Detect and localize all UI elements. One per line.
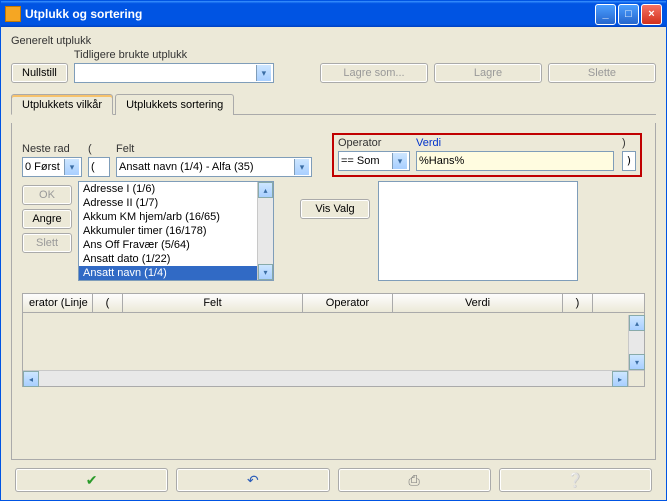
tabstrip: Utplukkets vilkår Utplukkets sortering: [11, 93, 656, 115]
operator-combo[interactable]: == Som ▾: [338, 151, 410, 171]
scroll-left-icon[interactable]: ◂: [23, 371, 39, 387]
neste-rad-combo[interactable]: 0 Først ▾: [22, 157, 82, 177]
save-as-button[interactable]: Lagre som...: [320, 63, 428, 83]
titlebar: Utplukk og sortering _ □ ×: [1, 1, 666, 27]
close-paren-label: ): [622, 137, 636, 149]
list-item[interactable]: Akkumuler timer (16/178): [79, 224, 273, 238]
scroll-right-icon[interactable]: ▸: [612, 371, 628, 387]
printer-icon: ⎙: [409, 472, 420, 489]
highlighted-region: Operator == Som ▾ Verdi ) ): [332, 133, 642, 177]
check-icon: ✔: [86, 472, 98, 489]
tab-body: Neste rad 0 Først ▾ ( ( Felt Ansatt navn: [11, 123, 656, 460]
chevron-down-icon: ▾: [392, 153, 407, 169]
felt-listbox[interactable]: Adresse I (1/6) Adresse II (1/7) Akkum K…: [78, 181, 274, 281]
th-operator-line[interactable]: erator (Linje: [23, 294, 93, 312]
general-group-label: Generelt utplukk: [11, 35, 656, 47]
undo-icon: ↶: [247, 472, 259, 489]
open-paren-value: (: [91, 161, 95, 173]
list-item[interactable]: Ansatt navn (1/4): [79, 266, 273, 280]
close-icon: ×: [648, 8, 654, 20]
prev-selections-label: Tidligere brukte utplukk: [74, 49, 274, 61]
scroll-up-icon[interactable]: ▴: [258, 182, 273, 198]
operator-label: Operator: [338, 137, 410, 149]
th-operator[interactable]: Operator: [303, 294, 393, 312]
reset-button[interactable]: Nullstill: [11, 63, 68, 83]
tab-sorting[interactable]: Utplukkets sortering: [115, 94, 234, 115]
felt-combo[interactable]: Ansatt navn (1/4) - Alfa (35) ▾: [116, 157, 312, 177]
list-item[interactable]: Akkum KM hjem/arb (16/65): [79, 210, 273, 224]
confirm-button[interactable]: ✔: [15, 468, 168, 492]
app-icon: [5, 6, 21, 22]
conditions-table: erator (Linje ( Felt Operator Verdi ) ▴ …: [22, 293, 645, 387]
verdi-input[interactable]: [416, 151, 614, 171]
close-button[interactable]: ×: [641, 4, 662, 25]
chevron-down-icon: ▾: [294, 159, 309, 175]
felt-value: Ansatt navn (1/4) - Alfa (35): [119, 161, 254, 173]
minimize-button[interactable]: _: [595, 4, 616, 25]
list-item[interactable]: Adresse II (1/7): [79, 196, 273, 210]
verdi-label: Verdi: [416, 137, 616, 149]
chevron-down-icon: ▾: [256, 65, 271, 81]
scroll-down-icon[interactable]: ▾: [629, 354, 645, 370]
print-button[interactable]: ⎙: [338, 468, 491, 492]
save-button[interactable]: Lagre: [434, 63, 542, 83]
revert-button[interactable]: ↶: [176, 468, 329, 492]
maximize-button[interactable]: □: [618, 4, 639, 25]
list-item[interactable]: Adresse I (1/6): [79, 182, 273, 196]
neste-rad-value: 0 Først: [25, 161, 60, 173]
delete-button[interactable]: Slette: [548, 63, 656, 83]
scroll-down-icon[interactable]: ▾: [258, 264, 273, 280]
open-paren-label: (: [88, 143, 110, 155]
tab-conditions[interactable]: Utplukkets vilkår: [11, 94, 113, 115]
minimize-icon: _: [602, 8, 608, 20]
th-spacer: [593, 294, 644, 312]
undo-button[interactable]: Angre: [22, 209, 72, 229]
operator-value: == Som: [341, 155, 380, 167]
ok-button[interactable]: OK: [22, 185, 72, 205]
table-vscrollbar[interactable]: ▴ ▾: [628, 315, 644, 370]
th-felt[interactable]: Felt: [123, 294, 303, 312]
close-paren-field[interactable]: ): [622, 151, 636, 171]
prev-selections-combo[interactable]: ▾: [74, 63, 274, 83]
list-scrollbar[interactable]: ▴ ▾: [257, 182, 273, 280]
vis-valg-button[interactable]: Vis Valg: [300, 199, 370, 219]
footer-toolbar: ✔ ↶ ⎙ ❔: [11, 460, 656, 494]
app-window: Utplukk og sortering _ □ × Generelt utpl…: [0, 0, 667, 501]
th-verdi[interactable]: Verdi: [393, 294, 563, 312]
preview-textarea[interactable]: [378, 181, 578, 281]
help-icon: ❔: [567, 472, 584, 489]
th-open-paren[interactable]: (: [93, 294, 123, 312]
maximize-icon: □: [625, 8, 632, 20]
slett-button[interactable]: Slett: [22, 233, 72, 253]
list-item[interactable]: Ansattnavn for sorterin (1/5): [79, 280, 273, 281]
felt-label: Felt: [116, 143, 312, 155]
th-close-paren[interactable]: ): [563, 294, 593, 312]
open-paren-combo[interactable]: (: [88, 157, 110, 177]
scroll-up-icon[interactable]: ▴: [629, 315, 645, 331]
table-hscrollbar[interactable]: ◂ ▸: [23, 370, 628, 386]
neste-rad-label: Neste rad: [22, 143, 82, 155]
list-item[interactable]: Ansatt dato (1/22): [79, 252, 273, 266]
help-button[interactable]: ❔: [499, 468, 652, 492]
list-item[interactable]: Ans Off Fravær (5/64): [79, 238, 273, 252]
scroll-corner: [628, 370, 644, 386]
chevron-down-icon: ▾: [64, 159, 79, 175]
window-title: Utplukk og sortering: [25, 7, 595, 21]
